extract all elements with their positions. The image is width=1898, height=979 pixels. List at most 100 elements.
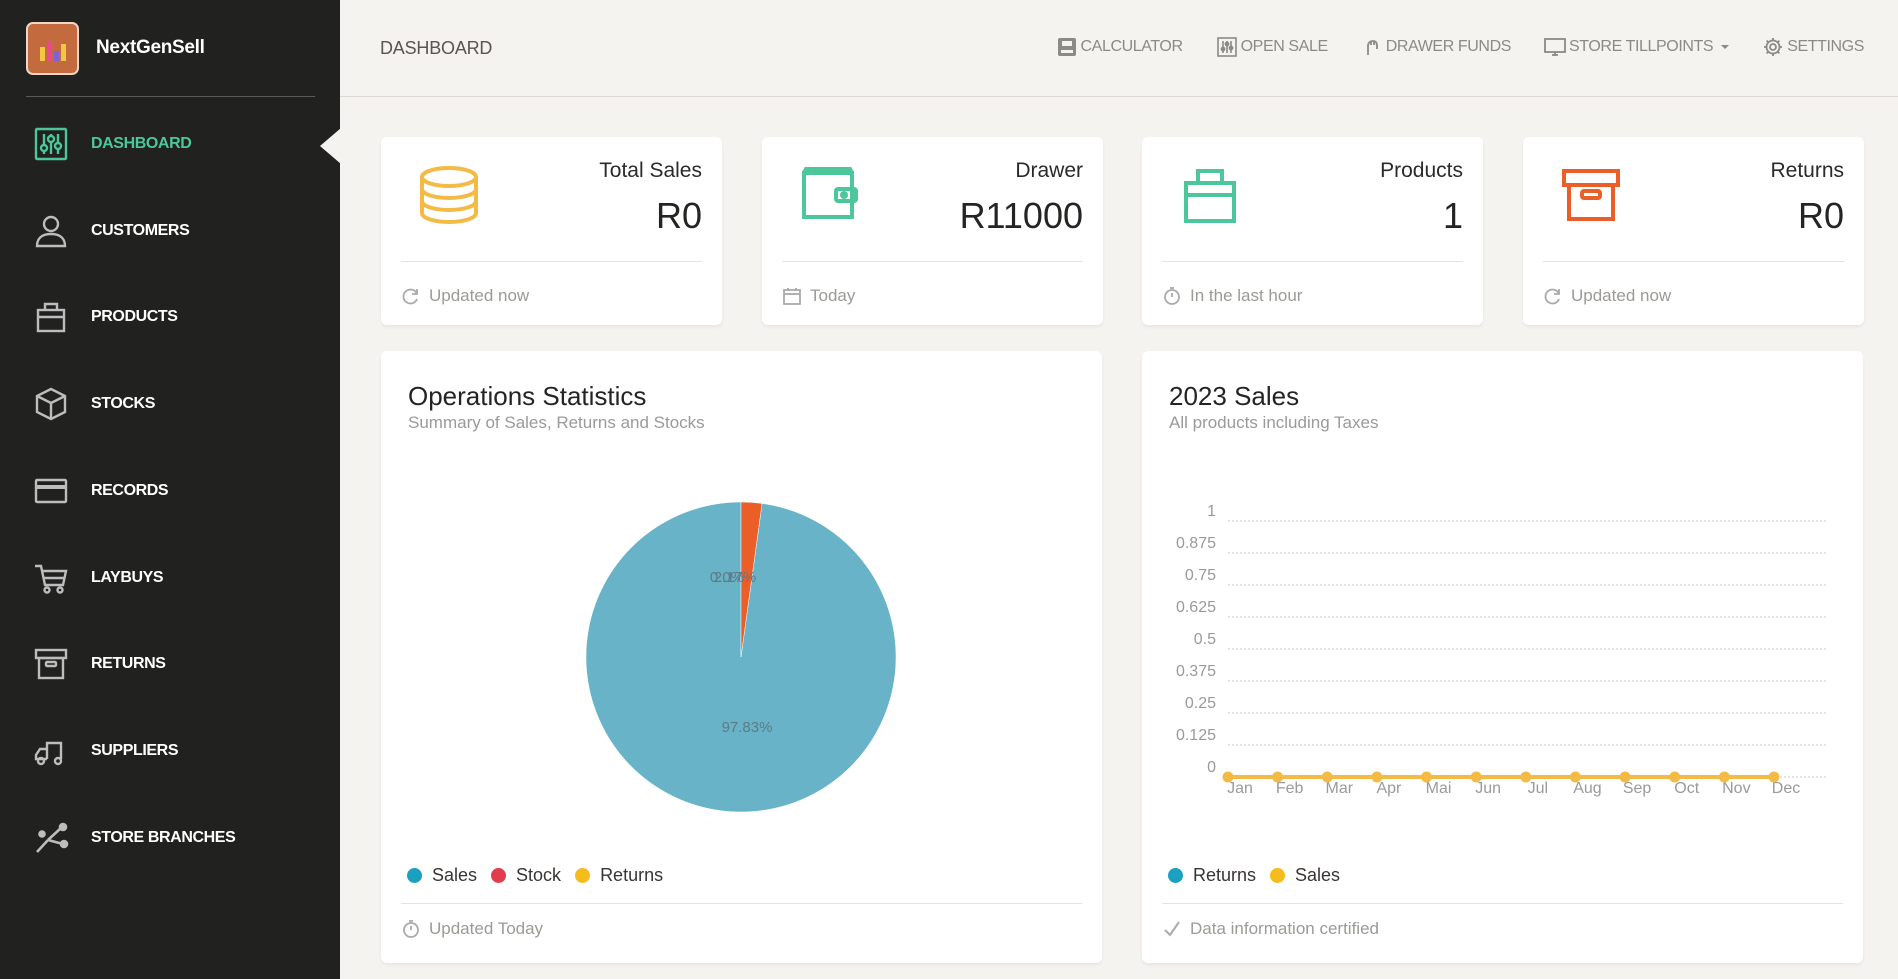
legend-item: Sales bbox=[1270, 865, 1340, 886]
sidebar-item-label: CUSTOMERS bbox=[91, 222, 190, 239]
stat-footer-text: Updated now bbox=[429, 286, 530, 305]
top-actions: CALCULATOR OPEN SALE DRAWER FUNDS STORE … bbox=[1023, 36, 1864, 58]
y-tick-label: 1 bbox=[1207, 503, 1216, 520]
y-tick-label: 0.375 bbox=[1176, 663, 1216, 680]
coins-icon bbox=[419, 165, 479, 225]
sidebar-item-customers[interactable]: CUSTOMERS bbox=[0, 203, 340, 259]
sidebar-item-returns[interactable]: RETURNS bbox=[0, 636, 340, 692]
sidebar-item-stocks[interactable]: STOCKS bbox=[0, 376, 340, 432]
stat-value: R0 bbox=[1797, 195, 1844, 236]
timer-icon bbox=[1164, 287, 1180, 305]
data-point bbox=[1669, 771, 1681, 783]
bag-icon bbox=[1180, 165, 1240, 225]
pie-label: 0.0% bbox=[710, 569, 744, 586]
sidebar: NextGenSell DASHBOARD CUSTOMERS PRODUCTS bbox=[0, 0, 340, 979]
x-tick-label: Apr bbox=[1376, 780, 1402, 797]
divider bbox=[401, 261, 702, 262]
operations-statistics-panel: Operations Statistics Summary of Sales, … bbox=[381, 351, 1102, 963]
data-point bbox=[1619, 771, 1631, 783]
data-point bbox=[1371, 771, 1383, 783]
drawer-funds-label: DRAWER FUNDS bbox=[1385, 38, 1512, 55]
y-tick-label: 0.25 bbox=[1185, 695, 1216, 712]
archive-icon bbox=[33, 646, 69, 682]
open-sale-label: OPEN SALE bbox=[1240, 38, 1329, 55]
x-tick-label: Oct bbox=[1674, 780, 1699, 797]
panel-footer: Updated Today bbox=[401, 919, 543, 939]
sidebar-item-store-branches[interactable]: STORE BRANCHES bbox=[0, 810, 340, 866]
stat-value: 1 bbox=[1442, 195, 1463, 236]
sidebar-item-label: RECORDS bbox=[91, 482, 169, 499]
store-tillpoints-dropdown[interactable]: STORE TILLPOINTS bbox=[1544, 36, 1730, 58]
data-point bbox=[1321, 771, 1333, 783]
data-point bbox=[1520, 771, 1532, 783]
gear-icon bbox=[1762, 36, 1784, 58]
legend-label: Stock bbox=[516, 865, 562, 885]
sidebar-divider bbox=[26, 96, 315, 97]
timer-icon bbox=[403, 920, 419, 938]
x-tick-label: Dec bbox=[1772, 780, 1800, 797]
stat-card-products: Products 1 In the last hour bbox=[1142, 137, 1483, 325]
app-logo bbox=[26, 21, 79, 75]
x-tick-label: Nov bbox=[1722, 780, 1750, 797]
panel-footer-text: Updated Today bbox=[429, 919, 544, 938]
sidebar-item-label: RETURNS bbox=[91, 655, 166, 672]
branch-icon bbox=[33, 820, 69, 856]
open-sale-button[interactable]: OPEN SALE bbox=[1216, 36, 1328, 58]
y-tick-label: 0 bbox=[1207, 759, 1216, 776]
pie-chart: 97.83%2.17%0.0% bbox=[585, 501, 897, 813]
sidebar-item-label: DASHBOARD bbox=[91, 135, 192, 152]
stat-card-returns: Returns R0 Updated now bbox=[1523, 137, 1864, 325]
legend-swatch bbox=[575, 868, 591, 883]
divider bbox=[1162, 903, 1843, 904]
sidebar-item-label: LAYBUYS bbox=[91, 569, 164, 586]
sidebar-item-records[interactable]: RECORDS bbox=[0, 463, 340, 519]
sidebar-item-suppliers[interactable]: SUPPLIERS bbox=[0, 723, 340, 779]
monitor-icon bbox=[1544, 36, 1566, 58]
x-tick-label: Mar bbox=[1325, 780, 1353, 797]
sales-2023-panel: 2023 Sales All products including Taxes … bbox=[1142, 351, 1863, 963]
legend-swatch bbox=[1270, 868, 1286, 883]
stat-label: Total Sales bbox=[599, 159, 702, 182]
stat-card-drawer: Drawer R11000 Today bbox=[762, 137, 1103, 325]
calculator-icon bbox=[1056, 36, 1078, 58]
brand[interactable]: NextGenSell bbox=[26, 21, 205, 75]
archive-icon bbox=[1561, 165, 1621, 225]
chart-legend: Returns Sales bbox=[1168, 865, 1354, 886]
page-title: DASHBOARD bbox=[380, 38, 493, 58]
cart-icon bbox=[33, 560, 69, 596]
stat-card-total-sales: Total Sales R0 Updated now bbox=[381, 137, 722, 325]
calculator-button[interactable]: CALCULATOR bbox=[1056, 36, 1183, 58]
x-tick-label: Jul bbox=[1528, 780, 1548, 797]
truck-icon bbox=[33, 733, 69, 769]
check-icon bbox=[1164, 921, 1180, 937]
divider bbox=[1543, 261, 1844, 262]
sidebar-item-dashboard[interactable]: DASHBOARD bbox=[0, 116, 340, 172]
sliders-icon bbox=[33, 126, 69, 162]
stat-footer: Updated now bbox=[1543, 286, 1671, 306]
panel-footer-text: Data information certified bbox=[1190, 919, 1379, 938]
stat-value: R0 bbox=[655, 195, 702, 236]
stat-footer-text: In the last hour bbox=[1190, 286, 1303, 305]
drawer-funds-button[interactable]: DRAWER FUNDS bbox=[1361, 36, 1511, 58]
x-tick-label: Sep bbox=[1623, 780, 1652, 797]
stat-footer: Today bbox=[782, 286, 855, 306]
legend-swatch bbox=[1168, 868, 1183, 883]
legend-item: Returns bbox=[1168, 865, 1256, 886]
stat-footer-text: Updated now bbox=[1571, 286, 1672, 305]
settings-button[interactable]: SETTINGS bbox=[1762, 36, 1864, 58]
legend-label: Returns bbox=[600, 865, 664, 885]
app-name: NextGenSell bbox=[96, 37, 205, 58]
hand-icon bbox=[1361, 36, 1383, 58]
divider bbox=[1162, 261, 1463, 262]
stat-value: R11000 bbox=[959, 195, 1083, 236]
legend-item: Returns bbox=[575, 865, 663, 886]
stat-footer: Updated now bbox=[401, 286, 529, 306]
sidebar-item-label: SUPPLIERS bbox=[91, 742, 179, 759]
stat-label: Products bbox=[1380, 159, 1463, 182]
divider bbox=[401, 903, 1082, 904]
legend-item: Sales bbox=[407, 865, 477, 886]
sidebar-item-products[interactable]: PRODUCTS bbox=[0, 289, 340, 345]
sidebar-item-laybuys[interactable]: LAYBUYS bbox=[0, 550, 340, 606]
x-tick-label: Jun bbox=[1475, 780, 1501, 797]
pie-label: 97.83% bbox=[722, 719, 773, 736]
